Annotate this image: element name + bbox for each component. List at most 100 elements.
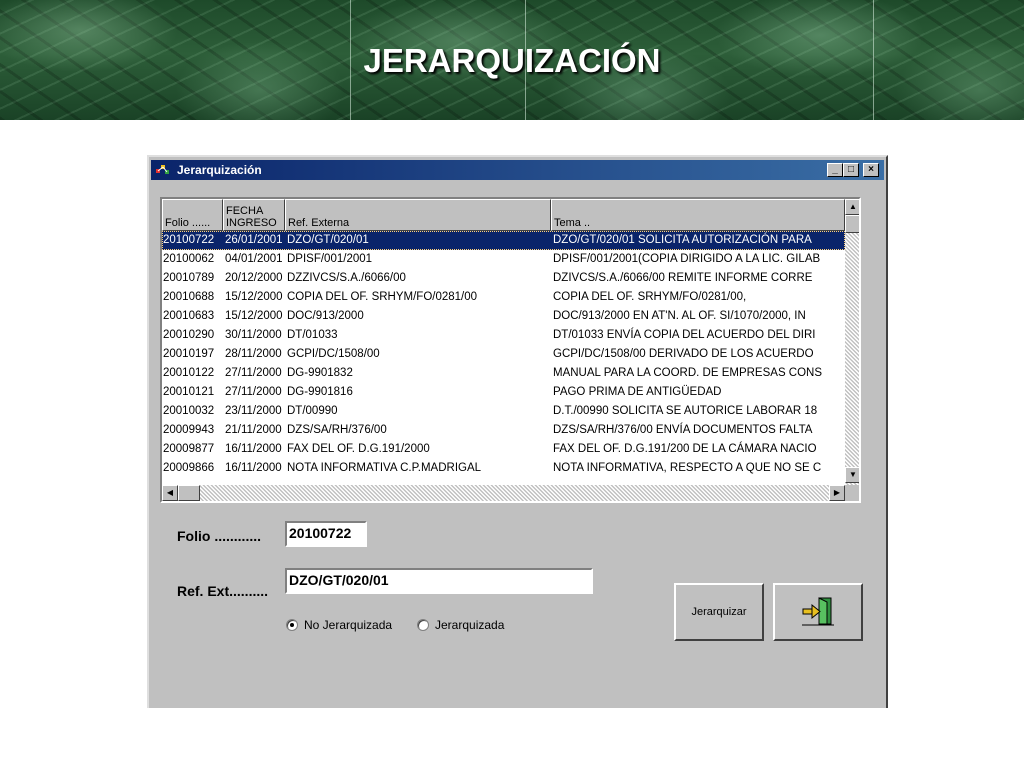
cell-folio: 20009866	[163, 462, 215, 474]
radio-jerarquizada[interactable]: Jerarquizada	[417, 618, 504, 632]
column-header-label: Ref. Externa	[288, 217, 350, 229]
cell-tema: DZIVCS/S.A./6066/00 REMITE INFORME CORRE	[553, 272, 813, 284]
table-row[interactable]: 20009943 21/11/2000 DZS/SA/RH/376/00 DZS/SA…	[162, 421, 845, 440]
cell-fecha: 30/11/2000	[225, 329, 282, 341]
cell-folio: 20100062	[163, 253, 215, 265]
window-titlebar[interactable]: Jerarquización _ □ ×	[151, 160, 884, 180]
scroll-down-arrow-icon[interactable]: ▼	[845, 467, 859, 483]
radio-no-jerarquizada[interactable]: No Jerarquizada	[286, 618, 392, 632]
cell-folio: 20100722	[163, 234, 215, 246]
cell-ref: COPIA DEL OF. SRHYM/FO/0281/00	[287, 291, 478, 303]
cell-fecha: 23/11/2000	[225, 405, 282, 417]
horizontal-scrollbar[interactable]: ◀ ▶	[162, 485, 845, 501]
cell-ref: DZO/GT/020/01	[287, 234, 369, 246]
cell-fecha: 04/01/2001	[225, 253, 283, 265]
cell-tema: DT/01033 ENVÍA COPIA DEL ACUERDO DEL DIR…	[553, 329, 816, 341]
column-header-label: Tema ..	[554, 217, 591, 229]
cell-fecha: 20/12/2000	[225, 272, 283, 284]
cell-tema: FAX DEL OF. D.G.191/200 DE LA CÁMARA NAC…	[553, 443, 817, 455]
table-row[interactable]: 20010688 15/12/2000 COPIA DEL OF. SRHYM/FO…	[162, 288, 845, 307]
cell-folio: 20010122	[163, 367, 215, 379]
maximize-button[interactable]: □	[843, 163, 859, 177]
jerarquizar-button[interactable]: Jerarquizar	[674, 583, 764, 641]
ref-ext-label: Ref. Ext..........	[177, 583, 269, 599]
slide-banner: JERARQUIZACIÓN	[0, 0, 1024, 120]
table-row[interactable]: 20010197 28/11/2000 GCPI/DC/1508/00 GCPI/DC…	[162, 345, 845, 364]
table-row[interactable]: 20010121 27/11/2000 DG-9901816 PAGO PRIMA D…	[162, 383, 845, 402]
exit-door-icon	[802, 597, 834, 626]
app-icon	[156, 165, 169, 174]
table-row[interactable]: 20100722 26/01/2001 DZO/GT/020/01 DZO/GT/02…	[162, 231, 845, 250]
cell-fecha: 15/12/2000	[225, 291, 283, 303]
cell-tema: DPISF/001/2001(COPIA DIRIGIDO A LA LIC. …	[553, 253, 821, 265]
cell-tema: NOTA INFORMATIVA, RESPECTO A QUE NO SE C	[553, 462, 822, 474]
table-row[interactable]: 20100062 04/01/2001 DPISF/001/2001 DPISF/00…	[162, 250, 845, 269]
documents-list[interactable]: Folio ...... FECHA INGRESO Ref. Externa …	[160, 197, 861, 503]
cell-ref: NOTA INFORMATIVA C.P.MADRIGAL	[287, 462, 482, 474]
close-button[interactable]: ×	[863, 163, 879, 177]
vertical-scrollbar[interactable]: ▲ ▼	[845, 199, 859, 485]
column-header-folio[interactable]: Folio ......	[162, 199, 223, 231]
jerarquizacion-window: Jerarquización _ □ × Folio ...... FECHA …	[147, 155, 888, 708]
cell-tema: DZO/GT/020/01 SOLICITA AUTORIZACIÓN PARA	[553, 234, 812, 246]
column-header-fecha[interactable]: FECHA INGRESO	[223, 199, 285, 231]
cell-fecha: 21/11/2000	[225, 424, 282, 436]
cell-fecha: 16/11/2000	[225, 443, 282, 455]
cell-ref: GCPI/DC/1508/00	[287, 348, 380, 360]
cell-folio: 20009943	[163, 424, 215, 436]
slide-title: JERARQUIZACIÓN	[363, 42, 661, 79]
cell-folio: 20009877	[163, 443, 215, 455]
table-row[interactable]: 20009877 16/11/2000 FAX DEL OF. D.G.191/20…	[162, 440, 845, 459]
cell-ref: DPISF/001/2001	[287, 253, 373, 265]
column-header-tema[interactable]: Tema ..	[551, 199, 845, 231]
table-row[interactable]: 20010290 30/11/2000 DT/01033 DT/01033 ENVÍA…	[162, 326, 845, 345]
column-header-ref[interactable]: Ref. Externa	[285, 199, 551, 231]
cell-fecha: 27/11/2000	[225, 386, 282, 398]
vertical-scroll-thumb[interactable]	[845, 215, 859, 233]
cell-tema: DOC/913/2000 EN AT'N. AL OF. SI/1070/200…	[553, 310, 806, 322]
scroll-left-arrow-icon[interactable]: ◀	[162, 485, 178, 501]
cell-ref: DG-9901816	[287, 386, 353, 398]
column-header-label: Folio ......	[165, 217, 211, 229]
folio-field[interactable]: 20100722	[285, 521, 367, 547]
folio-label: Folio ............	[177, 528, 261, 544]
table-row[interactable]: 20010122 27/11/2000 DG-9901832 MANUAL PARA …	[162, 364, 845, 383]
cell-fecha: 28/11/2000	[225, 348, 282, 360]
cell-tema: PAGO PRIMA DE ANTIGÜEDAD	[553, 386, 722, 398]
table-row[interactable]: 20010032 23/11/2000 DT/00990 D.T./00990 SOL…	[162, 402, 845, 421]
cell-fecha: 15/12/2000	[225, 310, 283, 322]
list-rows: 20100722 26/01/2001 DZO/GT/020/01 DZO/GT/02…	[162, 231, 845, 478]
table-row[interactable]: 20010683 15/12/2000 DOC/913/2000 DOC/913/20…	[162, 307, 845, 326]
cell-tema: MANUAL PARA LA COORD. DE EMPRESAS CONS	[553, 367, 823, 379]
radio-label: Jerarquizada	[435, 618, 505, 632]
cell-tema: GCPI/DC/1508/00 DERIVADO DE LOS ACUERDO	[553, 348, 814, 360]
cell-tema: COPIA DEL OF. SRHYM/FO/0281/00,	[553, 291, 747, 303]
radio-label: No Jerarquizada	[304, 618, 393, 632]
cell-fecha: 27/11/2000	[225, 367, 282, 379]
cell-ref: DT/01033	[287, 329, 338, 341]
cell-ref: DT/00990	[287, 405, 338, 417]
horizontal-scroll-thumb[interactable]	[178, 485, 200, 501]
cell-fecha: 16/11/2000	[225, 462, 282, 474]
cell-folio: 20010683	[163, 310, 215, 322]
cell-ref: DZS/SA/RH/376/00	[287, 424, 387, 436]
radio-unchecked-icon	[417, 619, 429, 631]
cell-ref: FAX DEL OF. D.G.191/2000	[287, 443, 430, 455]
table-row[interactable]: 20010789 20/12/2000 DZZIVCS/S.A./6066/00 DZ…	[162, 269, 845, 288]
cell-ref: DZZIVCS/S.A./6066/00	[287, 272, 406, 284]
scroll-right-arrow-icon[interactable]: ▶	[829, 485, 845, 501]
table-row[interactable]: 20009866 16/11/2000 NOTA INFORMATIVA C.P.M…	[162, 459, 845, 478]
cell-fecha: 26/01/2001	[225, 234, 283, 246]
minimize-button[interactable]: _	[827, 163, 843, 177]
scrollbar-corner	[845, 485, 859, 501]
window-title: Jerarquización	[177, 163, 262, 177]
cell-folio: 20010197	[163, 348, 215, 360]
cell-folio: 20010688	[163, 291, 215, 303]
cell-tema: DZS/SA/RH/376/00 ENVÍA DOCUMENTOS FALTA	[553, 424, 813, 436]
cell-folio: 20010290	[163, 329, 215, 341]
cell-ref: DG-9901832	[287, 367, 353, 379]
ref-ext-field[interactable]: DZO/GT/020/01	[285, 568, 593, 594]
exit-button[interactable]	[773, 583, 863, 641]
scroll-up-arrow-icon[interactable]: ▲	[845, 199, 859, 215]
radio-checked-icon	[286, 619, 298, 631]
